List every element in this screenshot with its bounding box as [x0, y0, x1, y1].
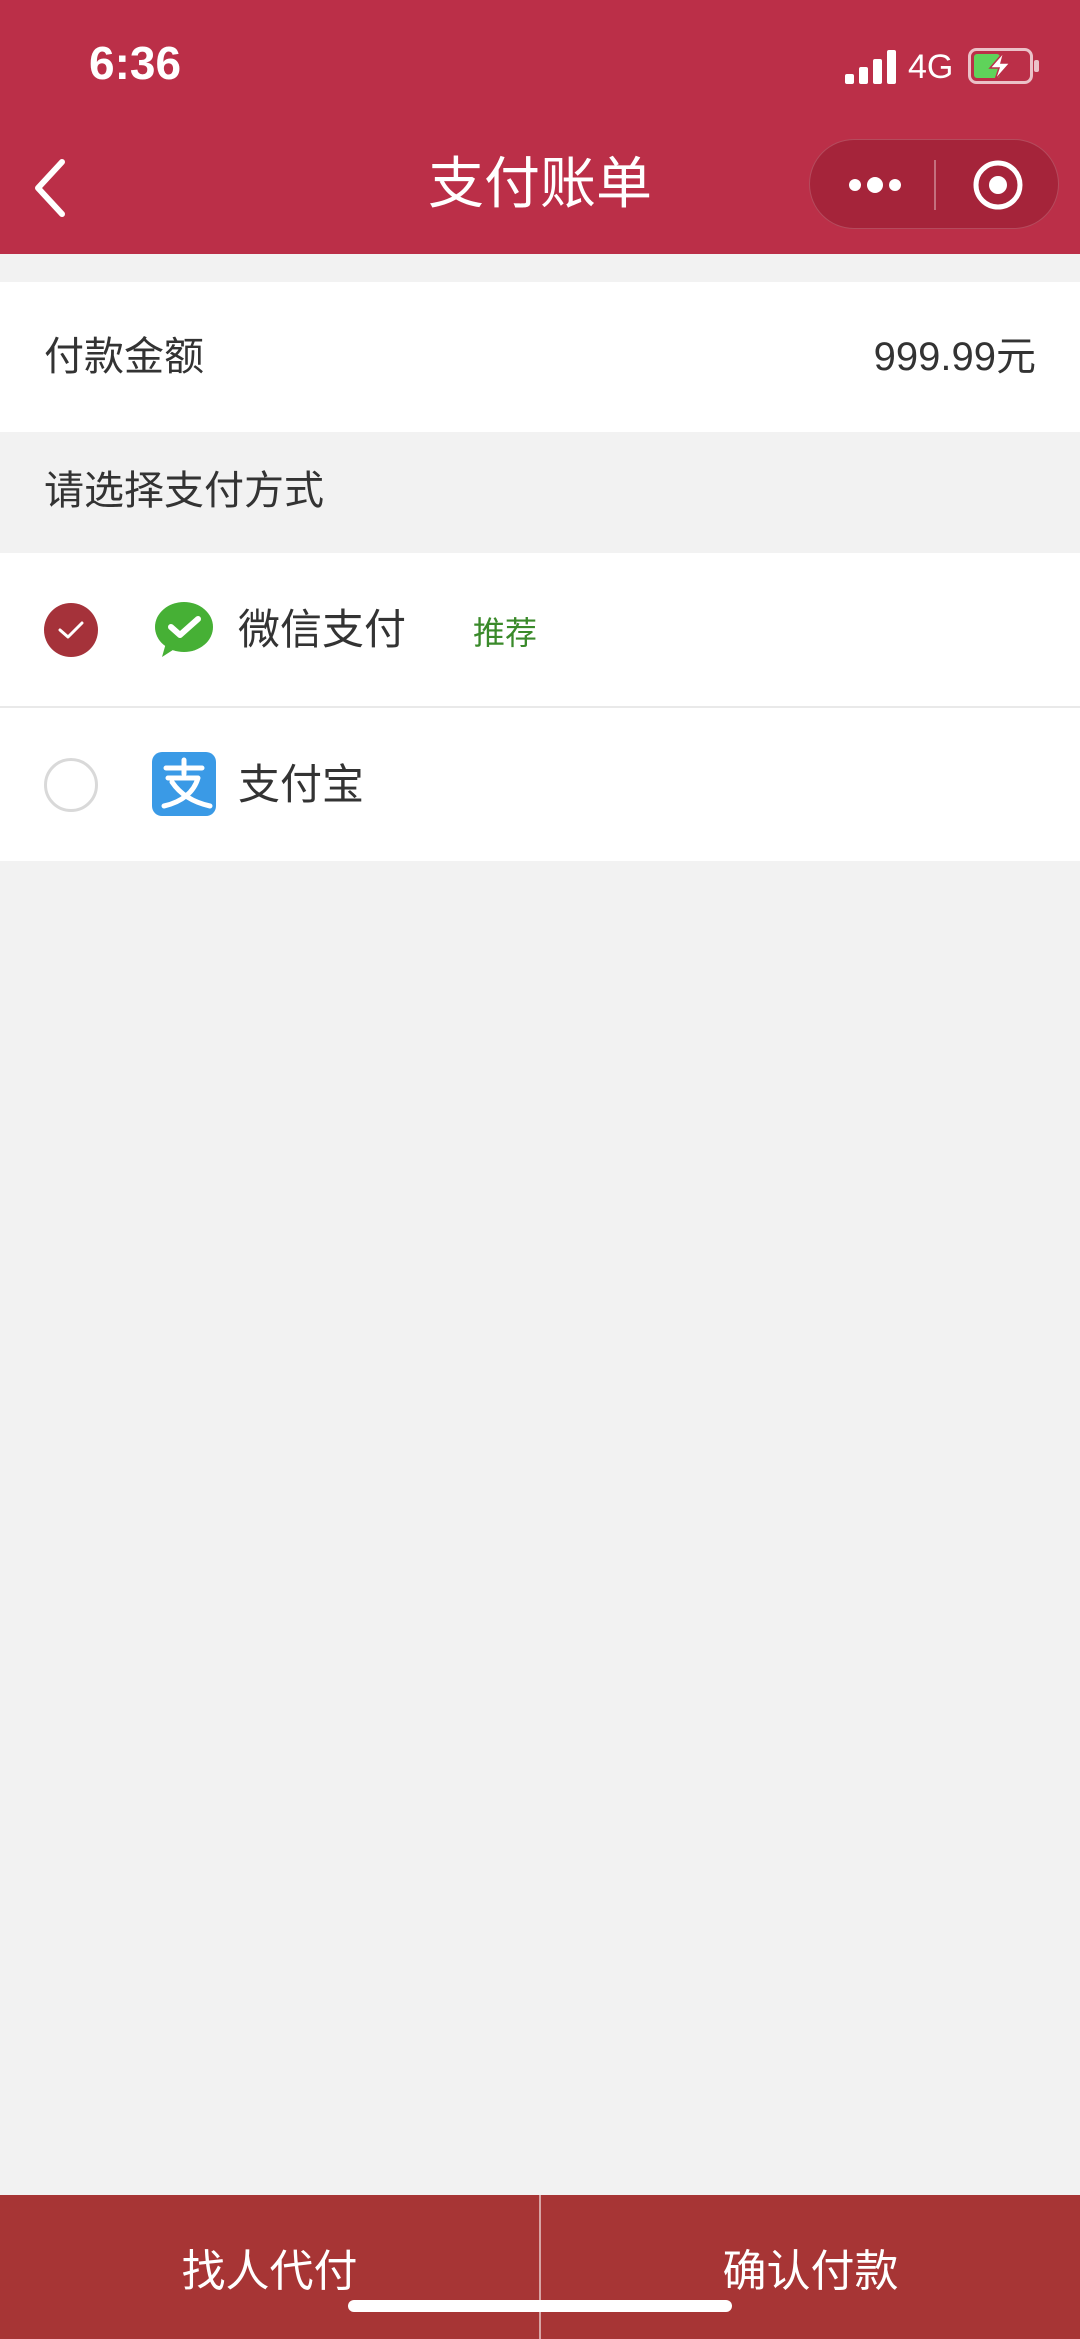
more-button[interactable]	[830, 155, 920, 215]
radio-checked[interactable]	[44, 603, 98, 657]
status-time: 6:36	[89, 37, 182, 89]
wechat-pay-icon	[155, 602, 213, 657]
close-mini-program-button[interactable]	[953, 155, 1043, 215]
battery-charging-icon	[968, 48, 1039, 84]
radio-unchecked[interactable]	[44, 758, 98, 812]
confirm-payment-button[interactable]: 确认付款	[541, 2195, 1080, 2339]
payment-option-wechat[interactable]: 微信支付 推荐	[0, 553, 1080, 706]
mini-program-capsule	[809, 139, 1059, 229]
page-title: 支付账单	[428, 152, 652, 217]
recommended-badge: 推荐	[473, 614, 538, 652]
payment-method-section-title: 请选择支付方式	[44, 468, 324, 514]
payment-amount-row: 付款金额 999.99元	[0, 282, 1080, 432]
mini-program-close-icon	[973, 160, 1023, 210]
back-button[interactable]	[20, 150, 80, 226]
bottom-action-bar: 找人代付 确认付款	[0, 2195, 1080, 2339]
ask-someone-to-pay-button[interactable]: 找人代付	[0, 2195, 539, 2339]
payment-amount-value: 999.99元	[873, 335, 1036, 379]
header: 6:36 4G 支付账单	[0, 0, 1080, 254]
payment-option-name: 支付宝	[238, 760, 365, 809]
payment-option-name: 微信支付	[238, 605, 407, 654]
payment-amount-label: 付款金额	[44, 334, 204, 380]
capsule-divider	[934, 160, 936, 210]
network-type-label: 4G	[908, 48, 954, 86]
more-dots-icon	[849, 177, 901, 193]
checkmark-icon	[58, 621, 84, 639]
alipay-icon	[152, 752, 216, 816]
chevron-left-icon	[35, 159, 65, 217]
cellular-signal-icon	[845, 50, 896, 84]
home-indicator[interactable]	[348, 2300, 732, 2312]
payment-option-alipay[interactable]: 支付宝	[0, 708, 1080, 861]
